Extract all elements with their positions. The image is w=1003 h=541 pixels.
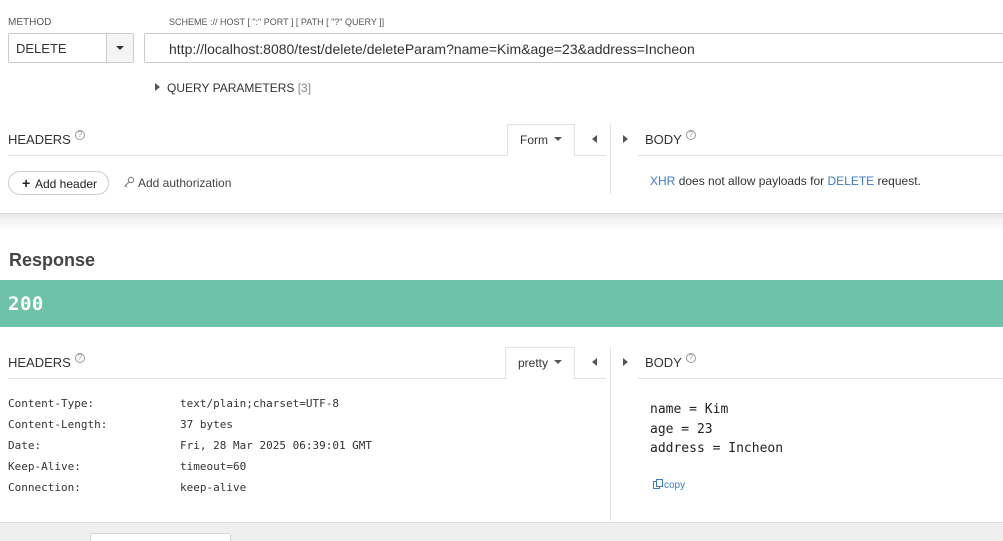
- caret-left-icon[interactable]: [592, 135, 597, 143]
- header-key: Date:: [8, 439, 42, 452]
- caret-right-icon[interactable]: [623, 135, 628, 143]
- response-body-content: name = Kim age = 23 address = Incheon: [650, 400, 783, 459]
- message-suffix: request.: [877, 174, 921, 188]
- plus-icon: +: [22, 175, 31, 191]
- xhr-link[interactable]: XHR: [650, 174, 675, 188]
- method-select[interactable]: DELETE: [8, 33, 134, 63]
- response-headers-label: HEADERS: [8, 355, 71, 370]
- chevron-down-icon: [116, 46, 124, 50]
- body-line: name = Kim: [650, 402, 729, 417]
- add-header-button[interactable]: + Add header: [8, 171, 109, 195]
- header-value: Fri, 28 Mar 2025 06:39:01 GMT: [180, 439, 373, 452]
- message-text: does not allow payloads for: [678, 174, 825, 188]
- add-authorization-label: Add authorization: [138, 176, 232, 190]
- url-value: http://localhost:8080/test/delete/delete…: [169, 41, 695, 57]
- copy-button[interactable]: copy: [653, 479, 685, 491]
- method-dropdown-button[interactable]: [106, 34, 133, 62]
- response-headers-mode-dropdown[interactable]: pretty: [505, 347, 575, 379]
- response-body-label: BODY: [645, 355, 682, 370]
- url-input[interactable]: http://localhost:8080/test/delete/delete…: [144, 33, 1003, 63]
- request-body-divider: [638, 155, 1003, 156]
- query-parameters-toggle[interactable]: QUERY PARAMETERS [3]: [155, 81, 311, 95]
- chevron-down-icon: [554, 360, 562, 364]
- request-headers-label: HEADERS: [8, 132, 71, 147]
- key-icon: [124, 176, 135, 188]
- query-parameters-count: [3]: [297, 81, 312, 95]
- response-body-title: BODY?: [645, 353, 696, 370]
- headers-mode-dropdown[interactable]: Form: [507, 124, 575, 156]
- url-label: SCHEME :// HOST [ ":" PORT ] [ PATH [ "?…: [169, 17, 385, 27]
- header-value: timeout=60: [180, 460, 247, 473]
- body-not-allowed-message: XHR does not allow payloads for DELETE r…: [650, 174, 921, 188]
- header-key: Content-Length:: [8, 418, 108, 431]
- request-split-divider[interactable]: [610, 124, 611, 194]
- response-body-divider: [638, 378, 1003, 379]
- method-link[interactable]: DELETE: [827, 174, 874, 188]
- header-key: Connection:: [8, 481, 81, 494]
- caret-left-icon[interactable]: [592, 358, 597, 366]
- caret-right-icon[interactable]: [623, 358, 628, 366]
- add-authorization-link[interactable]: Add authorization: [123, 176, 231, 190]
- response-split-divider[interactable]: [610, 347, 611, 521]
- method-value: DELETE: [16, 41, 67, 56]
- add-header-label: Add header: [35, 177, 98, 191]
- body-line: address = Incheon: [650, 441, 784, 456]
- response-title: Response: [9, 250, 96, 270]
- header-value: keep-alive: [180, 481, 247, 494]
- request-headers-title: HEADERS?: [8, 130, 85, 147]
- help-circle-icon[interactable]: ?: [685, 353, 696, 363]
- request-body-title: BODY?: [645, 130, 696, 147]
- chevron-down-icon: [554, 137, 562, 141]
- header-key: Keep-Alive:: [8, 460, 81, 473]
- request-body-label: BODY: [645, 132, 682, 147]
- response-headers-title: HEADERS?: [8, 353, 85, 370]
- query-parameters-label: QUERY PARAMETERS: [167, 81, 295, 95]
- response-headers-mode-value: pretty: [518, 356, 549, 370]
- headers-mode-value: Form: [520, 133, 548, 147]
- help-circle-icon[interactable]: ?: [74, 353, 85, 363]
- header-value: text/plain;charset=UTF-8: [180, 397, 339, 410]
- copy-label: copy: [664, 480, 686, 491]
- body-line: age = 23: [650, 421, 713, 437]
- status-code: 200: [8, 293, 44, 315]
- caret-right-icon: [155, 83, 160, 91]
- status-bar: 200: [0, 280, 1003, 327]
- copy-icon: [653, 479, 663, 489]
- header-value: 37 bytes: [180, 418, 233, 431]
- method-label: METHOD: [8, 17, 52, 28]
- bottom-tab[interactable]: [90, 533, 231, 541]
- help-circle-icon[interactable]: ?: [74, 130, 85, 140]
- section-separator: [0, 213, 1003, 231]
- help-circle-icon[interactable]: ?: [685, 130, 696, 140]
- header-key: Content-Type:: [8, 397, 95, 410]
